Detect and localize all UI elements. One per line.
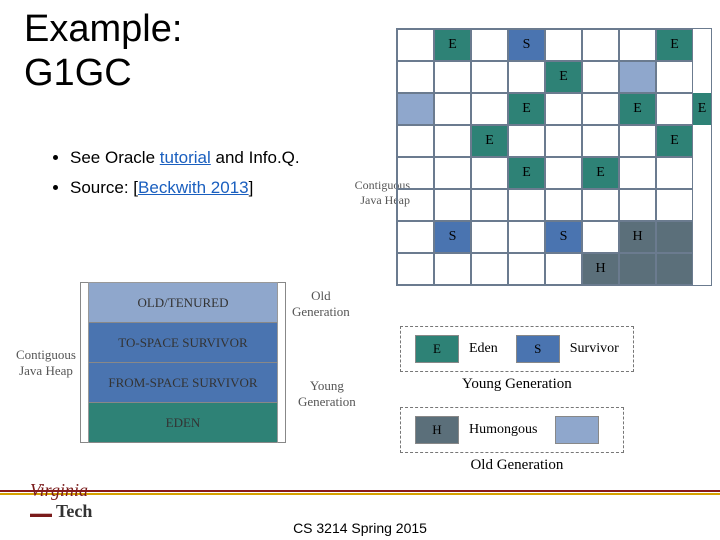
legend-eden-swatch: E bbox=[415, 335, 459, 363]
band-from: FROM-SPACE SURVIVOR bbox=[89, 363, 277, 403]
virginia-tech-logo: Virginia ▬▬ Tech bbox=[30, 480, 92, 522]
footer-divider-maroon bbox=[0, 490, 720, 492]
legend-young-gen: Young Generation bbox=[400, 376, 634, 393]
g1-heap-grid: ESE E EEE EE EE SSH H bbox=[396, 28, 712, 286]
footer-divider-gold bbox=[0, 493, 720, 495]
bullet-list: See Oracle tutorial and Info.Q. Source: … bbox=[30, 145, 300, 204]
legend-old-gen: Old Generation bbox=[400, 457, 634, 474]
g1-legend: EEden SSurvivor Young Generation HHumong… bbox=[400, 320, 634, 474]
bullet-2: Source: [Beckwith 2013] bbox=[70, 175, 300, 201]
legend-survivor-swatch: S bbox=[516, 335, 560, 363]
band-eden: EDEN bbox=[89, 403, 277, 443]
contiguous-heap-diagram: ContiguousJava Heap OLD/TENURED TO-SPACE… bbox=[16, 282, 391, 443]
band-to: TO-SPACE SURVIVOR bbox=[89, 323, 277, 363]
slide-footer: CS 3214 Spring 2015 bbox=[0, 520, 720, 536]
source-link[interactable]: Beckwith 2013 bbox=[138, 178, 249, 197]
band-old: OLD/TENURED bbox=[89, 283, 277, 323]
legend-old-swatch bbox=[555, 416, 599, 444]
legend-humongous-swatch: H bbox=[415, 416, 459, 444]
slide-title: Example: G1GC bbox=[24, 8, 182, 95]
tutorial-link[interactable]: tutorial bbox=[160, 148, 211, 167]
bullet-1: See Oracle tutorial and Info.Q. bbox=[70, 145, 300, 171]
